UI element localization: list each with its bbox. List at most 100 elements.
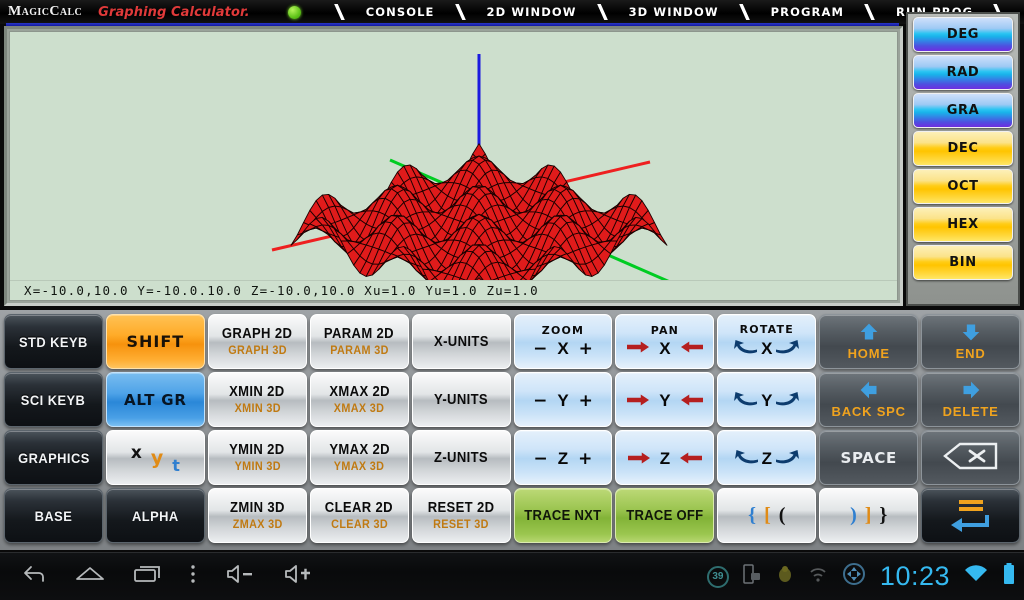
arrow-right-icon [680,392,703,411]
key-caption: ZOOM [541,323,585,337]
key-zmin-zmax-3d[interactable]: ZMIN 3D ZMAX 3D [207,488,307,543]
menu-item-console[interactable]: CONSOLE [357,5,444,19]
minus-sign: − [533,338,548,359]
mode-button-bin[interactable]: BIN [913,245,1013,280]
key-std-keyb[interactable]: STD KEYB [4,314,103,369]
key-sublabel: YMAX 3D [333,459,385,473]
key-zoom-z[interactable]: − Z + [513,430,613,485]
rotate-icon[interactable] [841,562,867,591]
mode-button-oct[interactable]: OCT [913,169,1013,204]
key-label: HOME [847,346,890,361]
key-label: YMIN 2D [229,442,285,458]
key-pan-x[interactable]: PAN X [615,314,715,369]
key-z-units[interactable]: Z-UNITS [411,430,511,485]
bracket-glyph: [ [764,504,771,526]
green-status-dot [287,5,301,19]
screenshot-icon[interactable] [742,563,762,590]
key-caption: PAN [650,323,680,337]
calculator-keyboard: STD KEYB SHIFT GRAPH 2D GRAPH 3D PARAM 2D PAR… [0,310,1024,550]
key-param-2d-3d[interactable]: PARAM 2D PARAM 3D [309,314,409,369]
recents-icon[interactable] [132,563,162,590]
key-ymax-2d-3d[interactable]: YMAX 2D YMAX 3D [309,430,409,485]
paren-glyph: ( [778,504,786,526]
key-sublabel: YMIN 3D [234,459,281,473]
key-y-units[interactable]: Y-UNITS [411,372,511,427]
key-shift[interactable]: SHIFT [105,314,205,369]
wifi-icon[interactable] [963,563,989,590]
key-rotate-y[interactable]: Y [717,372,817,427]
mode-button-gra[interactable]: GRA [913,93,1013,128]
key-end[interactable]: END [921,314,1021,369]
menu-item-program[interactable]: PROGRAM [762,5,853,19]
key-label: YMAX 2D [328,442,390,458]
menu-separator-icon [327,3,353,21]
rotate-cw-icon [774,448,800,470]
key-enter[interactable] [921,488,1021,543]
clock: 10:23 [879,561,950,591]
android-navigation-bar: 39 10:23 [0,552,1024,600]
key-delete[interactable]: DELETE [921,372,1021,427]
surface-plot-3d [271,54,671,300]
key-sci-keyb[interactable]: SCI KEYB [4,372,103,427]
key-base[interactable]: BASE [4,488,103,543]
mode-button-rad[interactable]: RAD [913,55,1013,90]
key-home[interactable]: HOME [819,314,919,369]
key-zoom-y[interactable]: − Y + [513,372,613,427]
magiccalc-app: MagicCalc Graphing Calculator. CONSOLE 2D… [0,0,1024,600]
mode-button-hex[interactable]: HEX [913,207,1013,242]
key-reset-2d-3d[interactable]: RESET 2D RESET 3D [411,488,511,543]
key-alt-gr[interactable]: ALT GR [105,372,205,427]
brace-glyph: { [748,504,757,526]
key-pan-z[interactable]: Z [615,430,715,485]
mode-button-dec[interactable]: DEC [913,131,1013,166]
key-trace-off[interactable]: TRACE OFF [615,488,715,543]
plus-sign: + [578,391,593,411]
mode-button-column: DEG RAD GRA DEC OCT HEX BIN [906,12,1020,306]
mode-button-deg[interactable]: DEG [913,17,1013,52]
signal-icon[interactable] [808,563,828,590]
axis-label: X [557,338,569,358]
axis-label: Y [659,391,671,410]
key-rotate-z[interactable]: Z [717,430,817,485]
title-bar: MagicCalc Graphing Calculator. CONSOLE 2D… [0,0,1024,24]
key-pan-y[interactable]: Y [615,372,715,427]
key-xmax-2d-3d[interactable]: XMAX 2D XMAX 3D [309,372,409,427]
key-back-space[interactable]: BACK SPC [819,372,919,427]
key-backspace[interactable] [921,430,1021,485]
arrow-left-icon [855,380,883,404]
key-open-brackets[interactable]: { [ ( [717,488,817,543]
key-alpha[interactable]: ALPHA [105,488,205,543]
menu-separator-icon [857,3,883,21]
graph-panel[interactable]: X=-10.0,10.0 Y=-10.0.10.0 Z=-10.0,10.0 X… [4,26,903,306]
bracket-glyph: ] [864,504,872,526]
home-icon[interactable] [74,563,106,590]
volume-up-icon[interactable] [282,563,314,590]
key-x-units[interactable]: X-UNITS [411,314,511,369]
variable-x: x [130,442,142,463]
rotate-ccw-icon [733,338,759,360]
menu-icon[interactable] [188,563,198,590]
axis-label: Y [761,391,773,410]
key-graphics[interactable]: GRAPHICS [4,430,103,485]
menu-item-2d-window[interactable]: 2D WINDOW [478,5,586,19]
arrow-right-icon [680,339,703,358]
bug-icon[interactable] [775,563,795,590]
key-space[interactable]: SPACE [819,430,919,485]
menu-item-3d-window[interactable]: 3D WINDOW [620,5,728,19]
key-zoom-x[interactable]: ZOOM − X + [513,314,613,369]
key-rotate-x[interactable]: ROTATE X [717,314,817,369]
key-sublabel: XMAX 3D [333,401,385,415]
key-close-brackets[interactable]: )]} [819,488,919,543]
battery-icon[interactable] [1002,562,1016,591]
back-icon[interactable] [22,563,48,590]
axis-label: Z [557,449,569,468]
key-x-y-t[interactable]: xyt [105,430,205,485]
key-label: SHIFT [126,332,185,351]
key-clear-2d-3d[interactable]: CLEAR 2D CLEAR 3D [309,488,409,543]
key-trace-nxt[interactable]: TRACE NXT [513,488,613,543]
key-graph-2d-3d[interactable]: GRAPH 2D GRAPH 3D [207,314,307,369]
volume-down-icon[interactable] [224,563,256,590]
graph-canvas[interactable]: X=-10.0,10.0 Y=-10.0.10.0 Z=-10.0,10.0 X… [9,31,898,301]
key-xmin-2d-3d[interactable]: XMIN 2D XMIN 3D [207,372,307,427]
key-ymin-2d-3d[interactable]: YMIN 2D YMIN 3D [207,430,307,485]
